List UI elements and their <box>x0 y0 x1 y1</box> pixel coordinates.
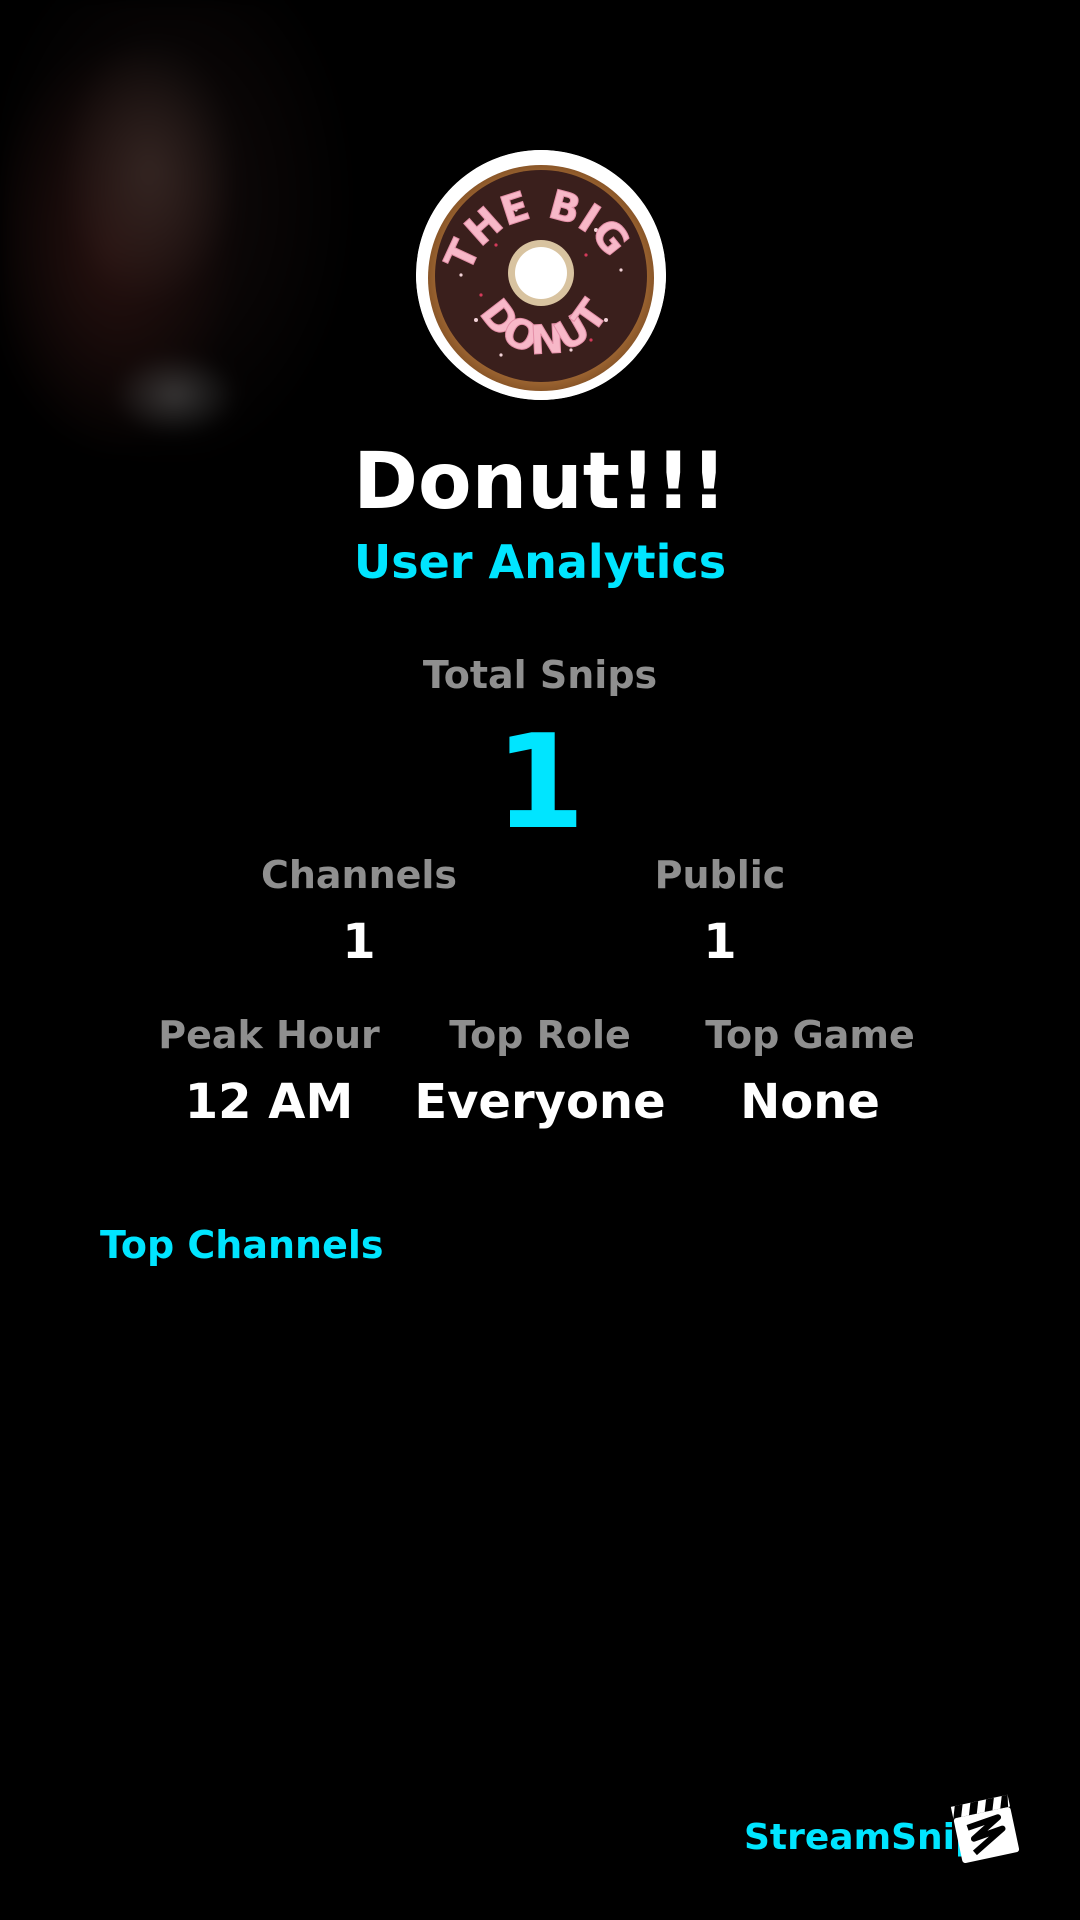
public-label: Public <box>654 853 786 897</box>
brand-name: StreamSnip <box>744 1817 981 1858</box>
avatar: THE BIG DONUT <box>416 150 666 400</box>
top-role-value: Everyone <box>414 1074 666 1130</box>
total-snips-value: 1 <box>494 706 586 858</box>
page-subtitle: User Analytics <box>353 535 727 589</box>
channels-label: Channels <box>260 853 458 897</box>
top-channels-heading: Top Channels <box>100 1223 384 1267</box>
channels-value: 1 <box>342 914 376 970</box>
total-snips-label: Total Snips <box>422 653 658 697</box>
username: Donut!!! <box>353 437 727 527</box>
top-role-label: Top Role <box>449 1013 631 1057</box>
public-value: 1 <box>703 914 737 970</box>
top-game-label: Top Game <box>705 1013 915 1057</box>
top-game-value: None <box>740 1074 880 1130</box>
peak-hour-value: 12 AM <box>184 1074 354 1130</box>
clapperboard-icon <box>948 1790 1024 1866</box>
peak-hour-label: Peak Hour <box>158 1013 380 1057</box>
blurred-background <box>0 0 380 500</box>
